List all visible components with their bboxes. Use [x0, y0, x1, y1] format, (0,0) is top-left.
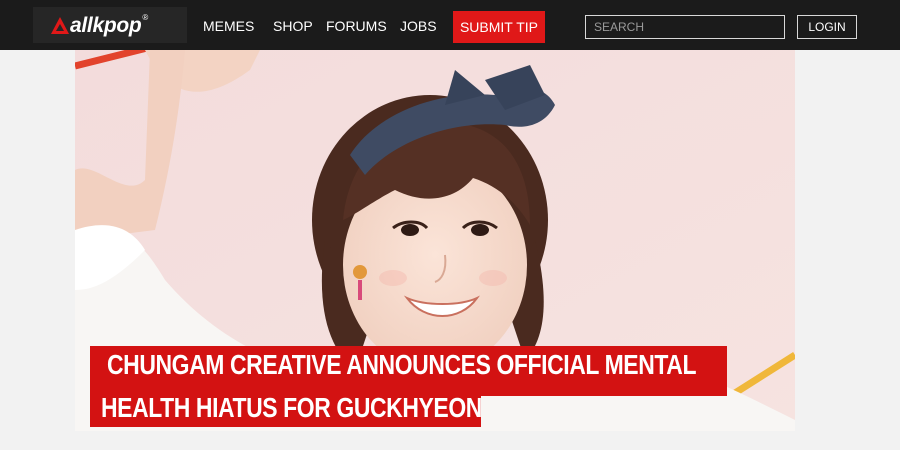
registered-mark: ® — [142, 13, 149, 22]
nav-link-forums[interactable]: FORUMS — [326, 18, 387, 34]
featured-article[interactable]: CHUNGAM CREATIVE ANNOUNCES OFFICIAL MENT… — [75, 50, 795, 431]
submit-tip-button[interactable]: SUBMIT TIP — [453, 11, 545, 43]
nav-link-shop[interactable]: SHOP — [273, 18, 313, 34]
top-navigation-bar: allkpop ® MEMES SHOP FORUMS JOBS SUBMIT … — [0, 0, 900, 50]
search-input[interactable] — [585, 15, 785, 39]
allkpop-a-mark-icon — [51, 16, 69, 34]
login-button[interactable]: LOGIN — [797, 15, 857, 39]
headline-line-1[interactable]: CHUNGAM CREATIVE ANNOUNCES OFFICIAL MENT… — [107, 351, 696, 379]
nav-link-jobs[interactable]: JOBS — [400, 18, 437, 34]
site-logo[interactable]: allkpop ® — [33, 7, 187, 43]
headline-line-2[interactable]: HEALTH HIATUS FOR GUCKHYEON — [101, 394, 482, 422]
nav-link-memes[interactable]: MEMES — [203, 18, 254, 34]
logo-wordmark: allkpop — [70, 13, 142, 37]
